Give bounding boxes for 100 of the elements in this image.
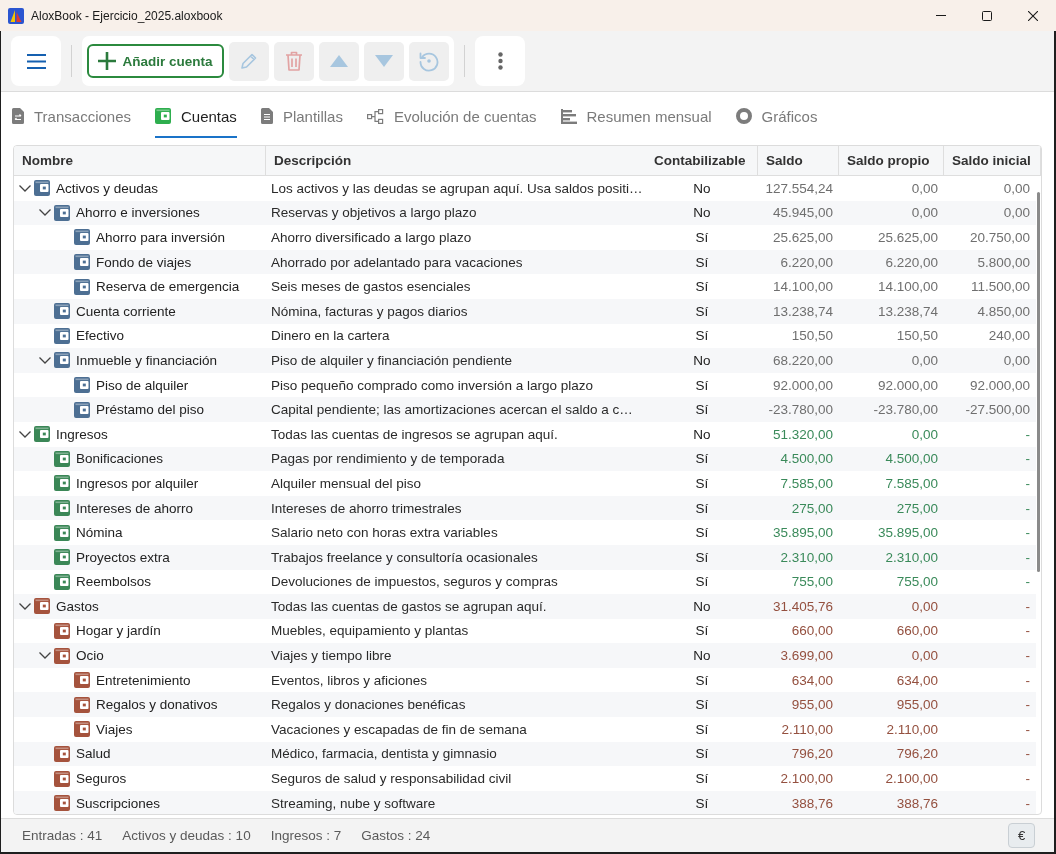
bookable-text: Sí bbox=[695, 303, 709, 319]
balance-value: 2.310,00 bbox=[780, 549, 834, 565]
plus-icon bbox=[98, 52, 117, 70]
description-text: Intereses de ahorro trimestrales bbox=[270, 500, 462, 516]
column-header[interactable]: Descripción bbox=[266, 146, 646, 175]
table-row[interactable]: Ahorro e inversiones Reservas y objetivos a largo plazo No 45.945,00 0,00 0,00 bbox=[14, 200, 1036, 226]
table-row[interactable]: Regalos y donativos Regalos y donaciones benéficas Sí 955,00 955,00 - bbox=[14, 692, 1036, 718]
own-balance-value: 2.310,00 bbox=[885, 549, 939, 565]
chevron-down-icon[interactable] bbox=[19, 184, 31, 192]
description-text: Trabajos freelance y consultoría ocasionales bbox=[270, 549, 538, 565]
tab[interactable]: Plantillas bbox=[260, 92, 343, 138]
initial-balance-value: 11.500,00 bbox=[970, 279, 1031, 295]
flowchart-icon bbox=[366, 108, 384, 124]
tab[interactable]: Gráficos bbox=[735, 92, 818, 138]
table-row[interactable]: Préstamo del piso Capital pendiente; las amortizaciones acercan el saldo a c… Sí -23.780,00 -23.780,00 -27.500,00 bbox=[14, 397, 1036, 422]
more-button[interactable] bbox=[475, 36, 525, 86]
description-text: Devoluciones de impuestos, seguros y compras bbox=[270, 574, 558, 590]
account-name: Ingresos por alquiler bbox=[76, 475, 199, 491]
initial-balance-value: - bbox=[1025, 648, 1031, 664]
own-balance-value: 275,00 bbox=[896, 500, 939, 516]
table-row[interactable]: Fondo de viajes Ahorrado por adelantado para vacaciones Sí 6.220,00 6.220,00 5.800,00 bbox=[14, 249, 1036, 275]
currency-button[interactable]: € bbox=[1008, 823, 1035, 848]
balance-value: 660,00 bbox=[791, 623, 834, 639]
initial-balance-value: - bbox=[1025, 451, 1031, 467]
column-header[interactable]: Saldo propio bbox=[839, 146, 944, 175]
table-row[interactable]: Proyectos extra Trabajos freelance y consultoría ocasionales Sí 2.310,00 2.310,00 - bbox=[14, 544, 1036, 570]
table-row[interactable]: Intereses de ahorro Intereses de ahorro trimestrales Sí 275,00 275,00 - bbox=[14, 495, 1036, 521]
table-row[interactable]: Cuenta corriente Nómina, facturas y pagos diarios Sí 13.238,74 13.238,74 4.850,00 bbox=[14, 298, 1036, 324]
tab[interactable]: Resumen mensual bbox=[560, 92, 712, 138]
menu-button[interactable] bbox=[11, 36, 61, 86]
column-header[interactable]: Nombre bbox=[14, 146, 266, 175]
chevron-down-icon[interactable] bbox=[39, 356, 51, 364]
scrollbar-thumb[interactable] bbox=[1037, 192, 1040, 572]
account-name: Ocio bbox=[76, 648, 104, 664]
description-text: Piso pequeño comprado como inversión a largo plazo bbox=[270, 377, 593, 393]
initial-balance-value: -27.500,00 bbox=[965, 402, 1031, 418]
bookable-text: Sí bbox=[695, 279, 709, 295]
add-account-button[interactable]: Añadir cuenta bbox=[87, 44, 224, 78]
column-header[interactable]: Saldo bbox=[758, 146, 839, 175]
balance-value: 68.220,00 bbox=[772, 352, 834, 368]
wallet-icon bbox=[54, 549, 70, 566]
bookable-text: Sí bbox=[695, 697, 709, 713]
pencil-icon bbox=[239, 51, 259, 71]
wallet-icon bbox=[54, 623, 70, 639]
balance-value: 31.405,76 bbox=[772, 598, 834, 614]
table-row[interactable]: Inmueble y financiación Piso de alquiler y financiación pendiente No 68.220,00 0,00 0,00 bbox=[14, 348, 1036, 373]
balance-value: 13.238,74 bbox=[772, 303, 834, 319]
wallet-icon bbox=[54, 475, 70, 492]
wallet-icon bbox=[74, 377, 90, 394]
account-name: Cuenta corriente bbox=[76, 303, 176, 319]
wallet-icon bbox=[34, 598, 50, 615]
description-text: Pagas por rendimiento y de temporada bbox=[270, 451, 505, 467]
tab[interactable]: Transacciones bbox=[12, 92, 131, 138]
chevron-down-icon[interactable] bbox=[19, 602, 31, 610]
table-row[interactable]: Salud Médico, farmacia, dentista y gimnasio Sí 796,20 796,20 - bbox=[14, 741, 1036, 767]
wallet-icon bbox=[54, 204, 70, 221]
bookable-text: Sí bbox=[695, 771, 709, 787]
wallet-icon bbox=[74, 278, 90, 295]
chevron-down-icon[interactable] bbox=[19, 430, 31, 438]
chevron-down-icon[interactable] bbox=[39, 652, 51, 660]
own-balance-value: 0,00 bbox=[911, 205, 939, 221]
bookable-text: Sí bbox=[695, 574, 709, 590]
initial-balance-value: - bbox=[1025, 574, 1031, 590]
description-text: Regalos y donaciones benéficas bbox=[270, 697, 466, 713]
table-row[interactable]: Suscripciones Streaming, nube y software Sí 388,76 388,76 - bbox=[14, 790, 1036, 814]
description-text: Ahorrado por adelantado para vacaciones bbox=[270, 254, 523, 270]
own-balance-value: 0,00 bbox=[911, 426, 939, 442]
wallet-icon bbox=[54, 647, 70, 664]
wallet-icon bbox=[54, 745, 70, 762]
account-name: Gastos bbox=[56, 598, 99, 614]
own-balance-value: 0,00 bbox=[911, 648, 939, 664]
balance-value: 150,50 bbox=[791, 328, 834, 344]
tab[interactable]: Cuentas bbox=[155, 92, 237, 138]
description-text: Ahorro diversificado a largo plazo bbox=[270, 230, 472, 245]
table-row[interactable]: Ocio Viajes y tiempo libre No 3.699,00 0,00 - bbox=[14, 643, 1036, 668]
own-balance-value: 0,00 bbox=[911, 598, 939, 614]
bookable-text: Sí bbox=[695, 500, 709, 516]
account-name: Reserva de emergencia bbox=[96, 279, 240, 295]
description-text: Reservas y objetivos a largo plazo bbox=[270, 205, 477, 221]
bookable-text: Sí bbox=[695, 377, 709, 393]
bookable-text: Sí bbox=[695, 549, 709, 565]
own-balance-value: 2.110,00 bbox=[886, 721, 939, 737]
initial-balance-value: 0,00 bbox=[1003, 180, 1031, 196]
table-row[interactable]: Gastos Todas las cuentas de gastos se agrupan aquí. No 31.405,76 0,00 - bbox=[14, 594, 1036, 619]
column-header[interactable]: Contabilizable bbox=[646, 146, 758, 175]
bookable-text: No bbox=[693, 598, 711, 614]
own-balance-value: 955,00 bbox=[896, 697, 939, 713]
initial-balance-value: - bbox=[1025, 623, 1031, 639]
wallet-icon bbox=[54, 770, 70, 787]
bookable-text: No bbox=[693, 426, 711, 442]
chevron-down-icon[interactable] bbox=[39, 209, 51, 217]
column-header[interactable]: Saldo inicial bbox=[944, 146, 1041, 175]
account-name: Activos y deudas bbox=[56, 180, 159, 196]
description-text: Muebles, equipamiento y plantas bbox=[270, 623, 469, 639]
window-title: AloxBook - Ejercicio_2025.aloxbook bbox=[31, 8, 223, 23]
maximize-icon bbox=[982, 10, 992, 21]
tab[interactable]: Evolución de cuentas bbox=[366, 92, 537, 138]
own-balance-value: 25.625,00 bbox=[877, 230, 939, 245]
balance-value: 25.625,00 bbox=[772, 230, 834, 245]
table-row[interactable]: Bonificaciones Pagas por rendimiento y de temporada Sí 4.500,00 4.500,00 - bbox=[14, 446, 1036, 472]
